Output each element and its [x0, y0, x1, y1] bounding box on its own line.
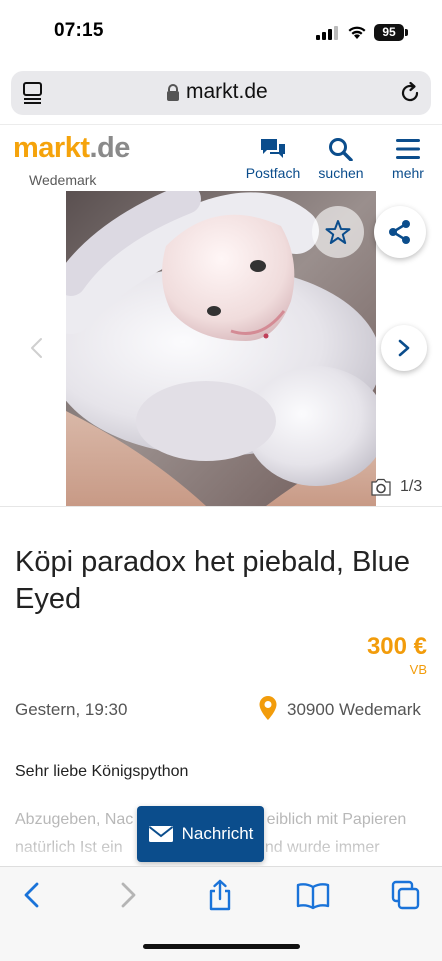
image-counter-text: 1/3	[400, 478, 423, 495]
listing-date: Gestern, 19:30	[15, 700, 128, 719]
battery-indicator: 95	[374, 24, 404, 41]
chat-bubbles-icon	[261, 139, 285, 158]
image-counter: 1/3	[370, 478, 422, 496]
envelope-icon	[148, 826, 173, 842]
location-label[interactable]: Wedemark	[29, 172, 96, 188]
price-negotiable-label: VB	[409, 662, 427, 677]
logo-text-markt: markt	[13, 132, 90, 164]
nav-postfach-label: Postfach	[245, 165, 301, 181]
send-message-label: Nachricht	[181, 824, 254, 843]
lock-icon	[167, 84, 179, 101]
status-time: 07:15	[54, 20, 104, 41]
wifi-icon	[348, 26, 366, 39]
divider	[0, 506, 442, 507]
nav-postfach[interactable]: Postfach	[242, 137, 304, 181]
hamburger-menu-icon	[396, 139, 420, 159]
chevron-right-icon	[398, 339, 410, 357]
home-indicator	[143, 944, 300, 949]
forward-icon[interactable]	[112, 879, 142, 911]
listing-location[interactable]: 30900 Wedemark	[287, 700, 421, 720]
listing-title: Köpi paradox het piebald, Blue Eyed	[15, 546, 411, 615]
cellular-signal-icon	[316, 26, 338, 40]
nav-mehr-label: mehr	[392, 165, 424, 181]
nav-suchen[interactable]: suchen	[314, 137, 368, 181]
favorite-button[interactable]	[312, 206, 364, 258]
camera-icon	[371, 478, 391, 496]
logo-text-de: .de	[89, 132, 131, 164]
prev-image-button[interactable]	[28, 337, 46, 359]
reload-icon[interactable]	[398, 81, 422, 105]
next-image-button[interactable]	[381, 325, 427, 371]
listing-subtitle: Sehr liebe Königspython	[15, 763, 189, 780]
share-nodes-icon	[389, 220, 410, 244]
share-icon[interactable]	[205, 879, 235, 911]
bookmarks-icon[interactable]	[296, 879, 330, 911]
search-icon	[329, 138, 353, 161]
nav-mehr[interactable]: mehr	[386, 137, 430, 181]
page-menu-icon[interactable]	[22, 81, 44, 105]
battery-cap	[405, 29, 408, 36]
tabs-icon[interactable]	[391, 879, 421, 911]
location-pin-icon	[259, 696, 277, 720]
listing-price: 300 €	[366, 633, 427, 660]
url-text[interactable]: markt.de	[186, 80, 268, 104]
share-button[interactable]	[374, 206, 426, 258]
nav-suchen-label: suchen	[318, 165, 364, 181]
back-icon[interactable]	[18, 879, 48, 911]
send-message-button[interactable]: Nachricht	[137, 806, 264, 862]
star-icon	[325, 220, 351, 244]
site-logo[interactable]: markt.de	[13, 132, 130, 165]
